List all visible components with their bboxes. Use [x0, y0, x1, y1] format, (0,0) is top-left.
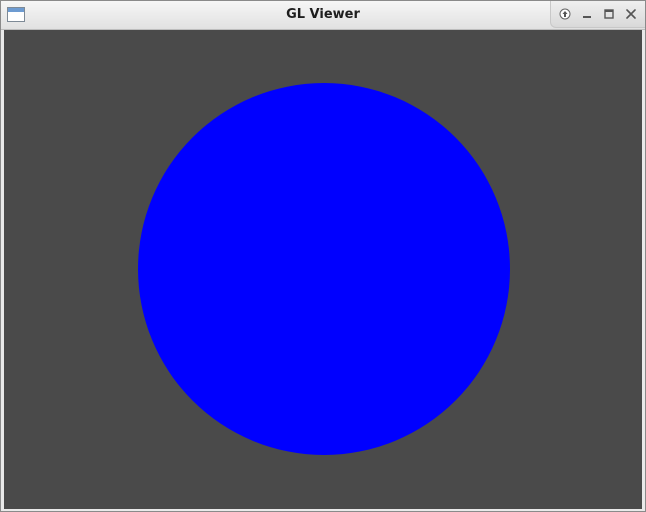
blue-circle [138, 83, 510, 455]
title-bar[interactable]: GL Viewer [1, 1, 645, 30]
maximize-icon [604, 9, 614, 19]
gl-viewport[interactable] [4, 30, 642, 509]
arrow-up-circle-icon [559, 8, 571, 20]
maximize-button[interactable] [603, 8, 615, 20]
minimize-icon [583, 16, 591, 18]
gl-canvas [138, 83, 510, 455]
close-icon [626, 9, 636, 19]
window-title: GL Viewer [286, 7, 360, 22]
window-controls [550, 1, 645, 28]
minimize-button[interactable] [581, 8, 593, 20]
close-button[interactable] [625, 8, 637, 20]
app-window: GL Viewer [0, 0, 646, 512]
shade-button[interactable] [559, 8, 571, 20]
